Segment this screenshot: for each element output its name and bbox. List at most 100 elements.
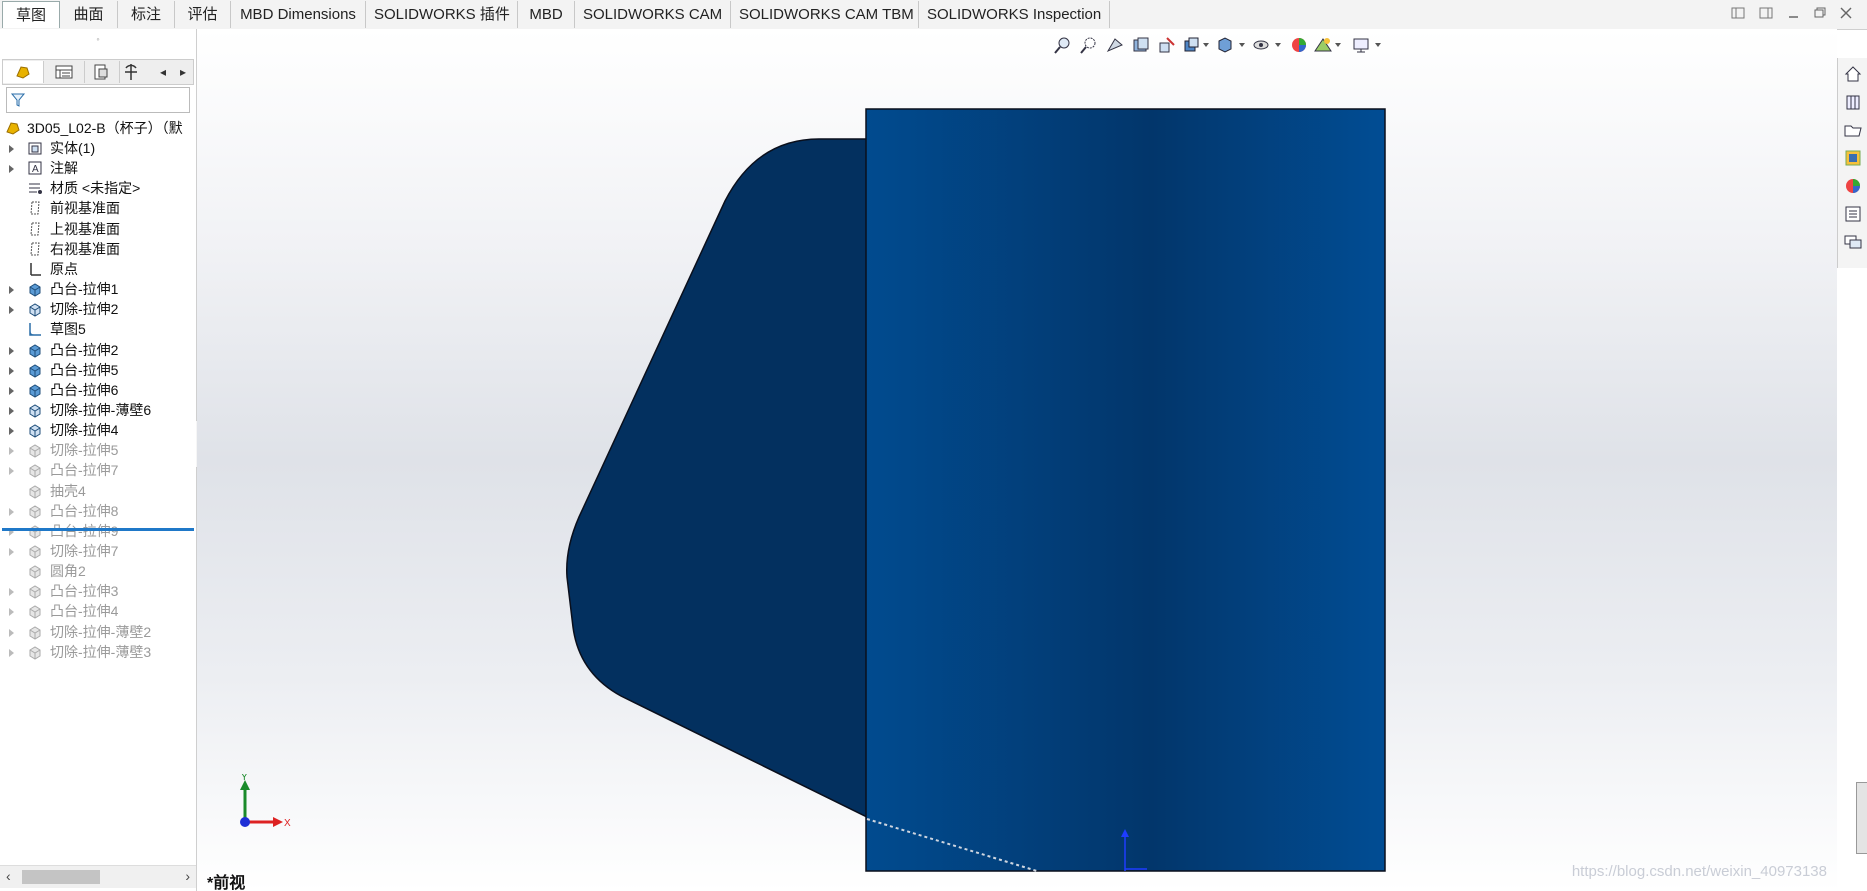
- expand-arrow-icon[interactable]: [9, 286, 14, 295]
- tree-item[interactable]: 材质 <未指定>: [0, 177, 196, 199]
- tab-sketch[interactable]: 草图: [2, 1, 60, 28]
- tree-root-part[interactable]: 3D05_L02-B（杯子）（默: [0, 117, 196, 139]
- rollback-bar[interactable]: [2, 528, 194, 531]
- tree-item[interactable]: 抽壳4: [0, 480, 196, 502]
- appearances-scenes-icon[interactable]: [1843, 176, 1863, 196]
- scroll-left-icon[interactable]: ‹: [6, 868, 11, 884]
- tree-item-label: 前视基准面: [50, 200, 120, 217]
- tree-item[interactable]: 凸台-拉伸6: [0, 379, 196, 401]
- tree-item-label: 凸台-拉伸8: [50, 502, 119, 519]
- material-icon: [29, 183, 42, 195]
- expand-arrow-icon[interactable]: [9, 588, 14, 597]
- expand-arrow-icon[interactable]: [9, 346, 14, 355]
- tree-item[interactable]: 原点: [0, 258, 196, 280]
- tab-mbd[interactable]: MBD: [518, 1, 575, 28]
- feature-filter-input[interactable]: [6, 87, 190, 113]
- tree-item[interactable]: 切除-拉伸7: [0, 540, 196, 562]
- home-icon[interactable]: [1843, 64, 1863, 84]
- expand-arrow-icon[interactable]: [9, 386, 14, 395]
- tab-solidworks-inspection[interactable]: SOLIDWORKS Inspection: [919, 1, 1110, 28]
- forum-icon[interactable]: [1843, 232, 1863, 252]
- tree-horizontal-scrollbar[interactable]: ‹ ›: [0, 865, 196, 888]
- restore-icon[interactable]: [1811, 6, 1829, 24]
- tree-item[interactable]: 凸台-拉伸4: [0, 600, 196, 622]
- expand-arrow-icon[interactable]: [9, 608, 14, 617]
- scroll-thumb[interactable]: [22, 870, 100, 884]
- expand-arrow-icon[interactable]: [9, 467, 14, 476]
- propertymanager-tab[interactable]: [44, 61, 85, 83]
- x-axis-label: X: [284, 818, 291, 829]
- expand-arrow-icon[interactable]: [9, 548, 14, 556]
- tab-solidworks-cam-tbm[interactable]: SOLIDWORKS CAM TBM: [731, 1, 919, 28]
- tree-item[interactable]: 切除-拉伸-薄壁6: [0, 399, 196, 421]
- tree-item[interactable]: 上视基准面: [0, 218, 196, 240]
- tab-scroll-right-icon[interactable]: ▸: [175, 63, 191, 81]
- dimxpert-tab[interactable]: [120, 61, 142, 83]
- featuremanager-tab[interactable]: [3, 61, 44, 83]
- plane-icon: [30, 242, 40, 256]
- tree-item[interactable]: 草图5: [0, 318, 196, 340]
- tree-item[interactable]: 圆角2: [0, 560, 196, 582]
- model-chamfered-face[interactable]: [566, 138, 871, 819]
- tree-item[interactable]: 实体(1): [0, 137, 196, 159]
- tree-item-label: 切除-拉伸-薄壁6: [50, 401, 152, 418]
- tree-item[interactable]: 右视基准面: [0, 238, 196, 260]
- tree-item[interactable]: 凸台-拉伸1: [0, 278, 196, 300]
- close-icon[interactable]: [1837, 6, 1855, 24]
- tree-item[interactable]: 前视基准面: [0, 197, 196, 219]
- expand-arrow-icon[interactable]: [9, 406, 14, 415]
- tree-item[interactable]: 凸台-拉伸8: [0, 500, 196, 522]
- tile-left-icon[interactable]: [1729, 6, 1747, 24]
- custom-properties-icon[interactable]: [1843, 204, 1863, 224]
- panel-grip-icon[interactable]: ◦: [0, 33, 196, 45]
- watermark-text: https://blog.csdn.net/weixin_40973138: [1571, 863, 1827, 880]
- tree-item-label: 材质 <未指定>: [50, 180, 141, 197]
- boss-extrude-icon: [29, 585, 41, 599]
- tree-item[interactable]: 切除-拉伸-薄壁3: [0, 641, 196, 663]
- boss-extrude-icon: [29, 343, 41, 358]
- expand-arrow-icon[interactable]: [9, 366, 14, 375]
- expand-arrow-icon[interactable]: [9, 306, 14, 315]
- tree-item[interactable]: 切除-拉伸2: [0, 298, 196, 320]
- tab-surfaces[interactable]: 曲面: [60, 1, 118, 28]
- expand-arrow-icon[interactable]: [9, 648, 14, 657]
- configurationmanager-tab[interactable]: [85, 61, 120, 83]
- tree-item[interactable]: 凸台-拉伸2: [0, 339, 196, 361]
- tile-right-icon[interactable]: [1757, 6, 1775, 24]
- cut-extrude-icon: [29, 626, 41, 640]
- tree-item[interactable]: 切除-拉伸-薄壁2: [0, 621, 196, 643]
- file-explorer-icon[interactable]: [1843, 120, 1863, 140]
- expand-arrow-icon[interactable]: [9, 165, 14, 174]
- design-library-icon[interactable]: [1843, 92, 1863, 112]
- minimize-icon[interactable]: [1785, 6, 1803, 24]
- expand-arrow-icon[interactable]: [9, 427, 14, 436]
- expand-arrow-icon[interactable]: [9, 507, 14, 516]
- right-edge-handle[interactable]: [1856, 782, 1867, 854]
- view-name-label: *前视: [207, 875, 246, 891]
- tree-item[interactable]: 凸台-拉伸5: [0, 359, 196, 381]
- scroll-right-icon[interactable]: ›: [185, 868, 190, 884]
- tree-item-label: 凸台-拉伸7: [50, 462, 119, 479]
- tree-item[interactable]: 凸台-拉伸3: [0, 580, 196, 602]
- tab-solidworks-addins[interactable]: SOLIDWORKS 插件: [366, 1, 518, 28]
- tree-item-label: 凸台-拉伸2: [50, 341, 119, 358]
- tree-item[interactable]: 切除-拉伸5: [0, 439, 196, 461]
- tree-item[interactable]: 切除-拉伸4: [0, 419, 196, 441]
- tree-item-label: 切除-拉伸7: [50, 543, 119, 559]
- view-palette-icon[interactable]: [1843, 148, 1863, 168]
- tree-item[interactable]: 凸台-拉伸7: [0, 459, 196, 481]
- expand-arrow-icon[interactable]: [9, 447, 14, 456]
- tab-markup[interactable]: 标注: [118, 1, 175, 28]
- graphics-area[interactable]: Y X *前视 https://blog.csdn.net/weixin_409…: [197, 29, 1837, 891]
- part-name: 3D05_L02-B（杯子）（默: [27, 120, 183, 136]
- tree-item[interactable]: A 注解: [0, 157, 196, 179]
- tree-item-label: 凸台-拉伸4: [50, 603, 119, 620]
- model-front-face[interactable]: [865, 108, 1386, 872]
- tab-scroll-left-icon[interactable]: ◂: [155, 63, 171, 81]
- expand-arrow-icon[interactable]: [9, 628, 14, 637]
- tab-evaluate[interactable]: 评估: [175, 1, 231, 28]
- tab-mbd-dimensions[interactable]: MBD Dimensions: [231, 1, 366, 28]
- tab-solidworks-cam[interactable]: SOLIDWORKS CAM: [575, 1, 731, 28]
- 3d-model-view[interactable]: [197, 29, 1837, 891]
- expand-arrow-icon[interactable]: [9, 145, 14, 153]
